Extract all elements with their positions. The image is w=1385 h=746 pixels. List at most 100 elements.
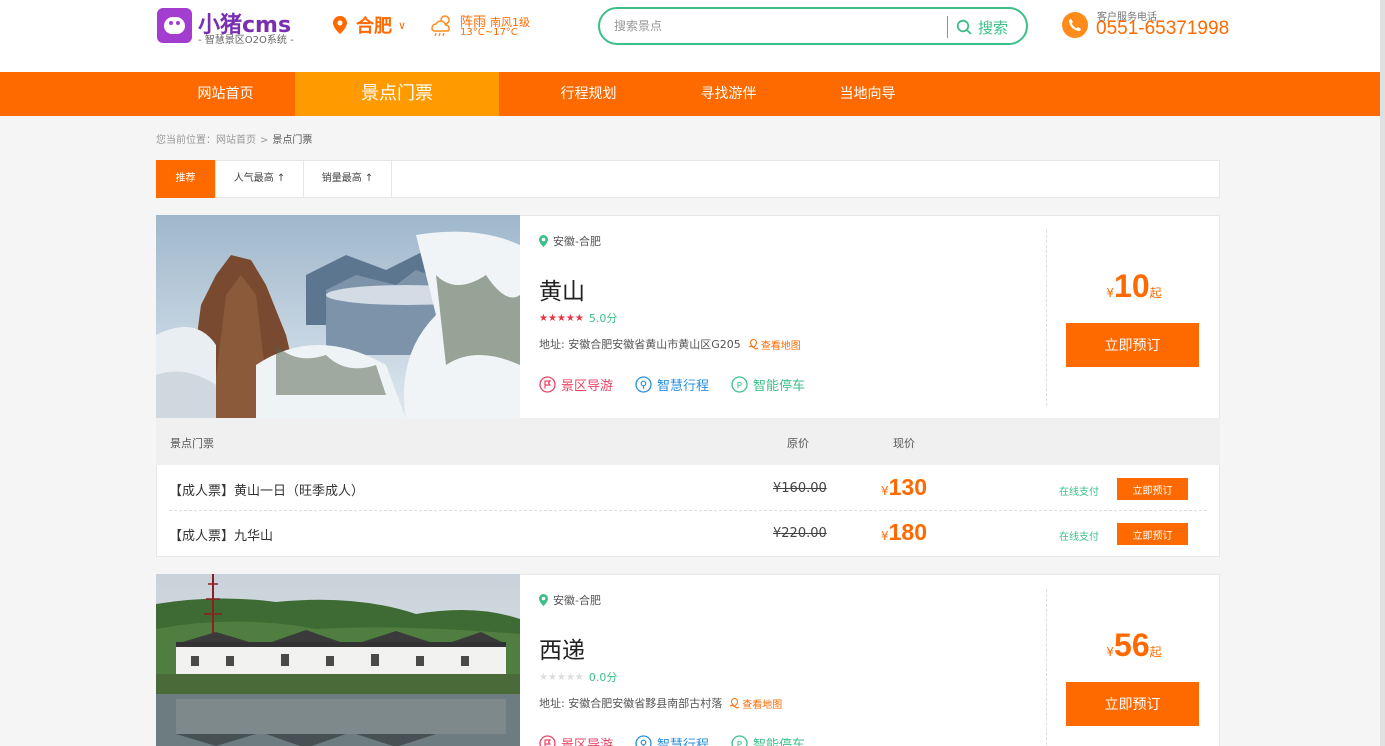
route-pin-icon: [635, 376, 652, 393]
rating-score: 5.0分: [588, 312, 618, 325]
spot-location-text: 安徽-合肥: [553, 235, 601, 248]
rating-stars: ★★★★★: [539, 312, 584, 324]
feature-label: 智能停车: [753, 379, 806, 394]
ticket-table-header: 景点门票 原价 现价: [156, 418, 1220, 465]
ticket-original-price: ¥220.00: [773, 526, 827, 541]
feature-scenic-guide[interactable]: 景区导游: [539, 734, 613, 746]
feature-smart-parking[interactable]: P 智能停车: [731, 734, 805, 746]
ticket-header-now: 现价: [893, 437, 915, 450]
ticket-row: 【成人票】九华山 ¥220.00 ¥180 在线支付 立即预订: [157, 511, 1219, 556]
spot-photo[interactable]: [156, 215, 520, 419]
currency-symbol: ¥: [881, 484, 889, 498]
rating-stars: ★★★★★: [539, 671, 584, 683]
site-logo[interactable]: 小猪cms - 智慧景区O2O系统 -: [157, 7, 297, 46]
flag-icon: [539, 376, 556, 393]
site-header: 小猪cms - 智慧景区O2O系统 - 合肥 ∨ 阵雨 南风1级 13°C~17°…: [0, 0, 1385, 72]
rain-cloud-icon: [431, 15, 450, 37]
spot-location-text: 安徽-合肥: [553, 594, 601, 607]
price-from: ¥56起: [1047, 627, 1221, 664]
city-name: 合肥: [356, 16, 392, 37]
search-icon: [956, 19, 972, 35]
route-pin-icon: [635, 735, 652, 746]
nav-item-guide[interactable]: 当地向导: [799, 72, 936, 116]
hotline-number: 0551-65371998: [1096, 18, 1230, 39]
sort-sales[interactable]: 销量最高 ↑: [304, 160, 392, 198]
ticket-current-price: ¥180: [881, 519, 927, 546]
svg-text:P: P: [737, 740, 743, 746]
page-scrollbar[interactable]: [1380, 0, 1385, 746]
sort-popularity[interactable]: 人气最高 ↑: [216, 160, 304, 198]
spot-location: 安徽-合肥: [539, 233, 601, 249]
city-selector[interactable]: 合肥 ∨: [333, 13, 406, 37]
feature-label: 智慧行程: [657, 379, 710, 394]
breadcrumb-prefix: 您当前位置：: [156, 135, 216, 146]
spot-photo[interactable]: [156, 574, 520, 746]
spot-rating: ★★★★★ 0.0分: [539, 669, 617, 685]
spot-name[interactable]: 西递: [539, 631, 585, 665]
mountain-photo: [156, 215, 520, 419]
view-map-link[interactable]: 查看地图: [729, 696, 782, 711]
location-pin-icon: [539, 235, 548, 247]
nav-item-tickets[interactable]: 景点门票: [295, 72, 499, 116]
ticket-original-price: ¥160.00: [773, 481, 827, 496]
pig-logo-icon: [157, 8, 192, 43]
map-icon: [748, 338, 758, 350]
book-now-button[interactable]: 立即预订: [1066, 323, 1199, 367]
ticket-header-name: 景点门票: [170, 437, 214, 450]
breadcrumb-sep: >: [260, 135, 269, 146]
weather-temp: 13°C~17°C: [460, 27, 518, 38]
location-pin-icon: [539, 594, 548, 606]
view-map-label: 查看地图: [742, 699, 783, 711]
price-from: ¥10起: [1047, 268, 1221, 305]
online-pay-label: 在线支付: [1059, 532, 1099, 543]
spot-rating: ★★★★★ 5.0分: [539, 310, 617, 326]
search-input[interactable]: [614, 16, 934, 36]
book-now-button[interactable]: 立即预订: [1066, 682, 1199, 726]
ticket-name[interactable]: 【成人票】黄山一日（旺季成人）: [169, 480, 364, 499]
price-suffix: 起: [1149, 645, 1162, 659]
flag-icon: [539, 735, 556, 746]
nav-item-itinerary[interactable]: 行程规划: [520, 72, 657, 116]
search-button[interactable]: 搜索: [956, 13, 1008, 41]
feature-label: 景区导游: [561, 738, 614, 746]
currency-symbol: ¥: [1106, 286, 1115, 300]
currency-symbol: ¥: [1106, 645, 1115, 659]
spot-name[interactable]: 黄山: [539, 272, 585, 306]
price-divider: [1046, 230, 1047, 406]
feature-label: 景区导游: [561, 379, 614, 394]
spot-location: 安徽-合肥: [539, 592, 601, 608]
feature-scenic-guide[interactable]: 景区导游: [539, 375, 613, 394]
feature-smart-parking[interactable]: P 智能停车: [731, 375, 805, 394]
ticket-price-value: 180: [888, 519, 928, 545]
online-pay-label: 在线支付: [1059, 487, 1099, 498]
nav-item-companion[interactable]: 寻找游伴: [660, 72, 797, 116]
feature-label: 智能停车: [753, 738, 806, 746]
price-value: 56: [1114, 627, 1150, 663]
ticket-name[interactable]: 【成人票】九华山: [169, 525, 273, 544]
feature-label: 智慧行程: [657, 738, 710, 746]
breadcrumb: 您当前位置：网站首页 > 景点门票: [156, 131, 312, 146]
feature-smart-trip[interactable]: 智慧行程: [635, 734, 709, 746]
sort-bar: 推荐 人气最高 ↑ 销量最高 ↑: [156, 160, 1220, 198]
breadcrumb-home[interactable]: 网站首页: [216, 135, 256, 146]
spot-card: 安徽-合肥 黄山 ★★★★★ 5.0分 地址: 安徽合肥安徽省黄山市黄山区G20…: [156, 215, 1220, 557]
ticket-book-button[interactable]: 立即预订: [1117, 478, 1188, 500]
currency-symbol: ¥: [881, 529, 889, 543]
ticket-header-orig: 原价: [787, 437, 809, 450]
ticket-price-value: 130: [888, 474, 928, 500]
view-map-link[interactable]: 查看地图: [748, 337, 801, 352]
search-box: 搜索: [598, 7, 1028, 45]
nav-item-home[interactable]: 网站首页: [157, 72, 294, 116]
spot-features: 景区导游 智慧行程 P 智能停车: [539, 734, 827, 746]
price-value: 10: [1114, 268, 1150, 304]
feature-smart-trip[interactable]: 智慧行程: [635, 375, 709, 394]
sort-recommended[interactable]: 推荐: [156, 160, 216, 198]
chevron-down-icon: ∨: [398, 18, 407, 32]
parking-icon: P: [731, 735, 748, 746]
village-photo: [156, 574, 520, 746]
map-icon: [729, 697, 740, 709]
ticket-book-button[interactable]: 立即预订: [1117, 523, 1188, 545]
view-map-label: 查看地图: [760, 340, 801, 352]
spot-address-text: 地址: 安徽合肥安徽省黄山市黄山区G205: [539, 338, 741, 351]
spot-card: 安徽-合肥 西递 ★★★★★ 0.0分 地址: 安徽合肥安徽省黟县南部古村落 查…: [156, 574, 1220, 746]
